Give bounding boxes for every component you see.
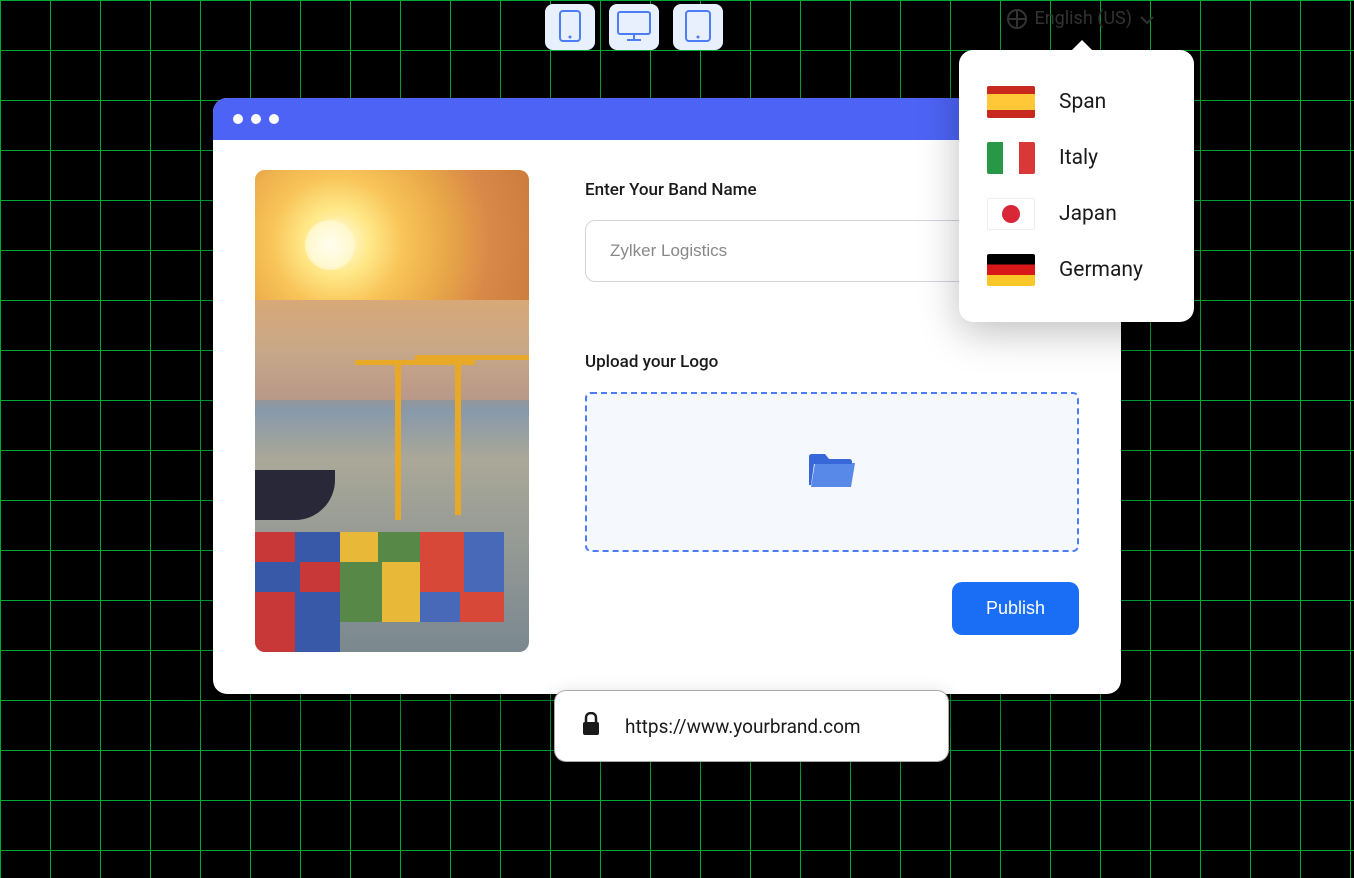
flag-spain-icon: [987, 86, 1035, 118]
chevron-down-icon: [1140, 8, 1154, 29]
language-option-germany[interactable]: Germany: [959, 242, 1194, 298]
upload-logo-label: Upload your Logo: [585, 352, 1079, 372]
lock-icon: [581, 712, 601, 740]
mobile-preview-button[interactable]: [545, 4, 595, 50]
window-control-dot: [251, 114, 261, 124]
language-label: Germany: [1059, 258, 1143, 282]
flag-japan-icon: [987, 198, 1035, 230]
language-option-italy[interactable]: Italy: [959, 130, 1194, 186]
tablet-icon: [685, 10, 711, 45]
desktop-preview-button[interactable]: [609, 4, 659, 50]
language-option-japan[interactable]: Japan: [959, 186, 1194, 242]
language-selector[interactable]: English (US): [1007, 8, 1155, 29]
flag-italy-icon: [987, 142, 1035, 174]
window-control-dot: [233, 114, 243, 124]
language-dropdown-menu: Span Italy Japan Germany: [959, 50, 1194, 322]
globe-icon: [1007, 9, 1027, 29]
folder-icon: [807, 449, 857, 495]
brand-preview-image: [255, 170, 529, 652]
device-preview-toolbar: [545, 4, 723, 50]
url-preview-bar: https://www.yourbrand.com: [554, 690, 949, 762]
current-language-label: English (US): [1035, 8, 1133, 29]
window-control-dot: [269, 114, 279, 124]
language-label: Span: [1059, 90, 1106, 114]
logo-upload-dropzone[interactable]: [585, 392, 1079, 552]
language-label: Japan: [1059, 202, 1117, 226]
language-option-spain[interactable]: Span: [959, 74, 1194, 130]
publish-button[interactable]: Publish: [952, 582, 1079, 635]
language-label: Italy: [1059, 146, 1098, 170]
url-text: https://www.yourbrand.com: [625, 715, 861, 738]
mobile-icon: [559, 10, 581, 45]
flag-germany-icon: [987, 254, 1035, 286]
desktop-icon: [617, 11, 651, 44]
tablet-preview-button[interactable]: [673, 4, 723, 50]
